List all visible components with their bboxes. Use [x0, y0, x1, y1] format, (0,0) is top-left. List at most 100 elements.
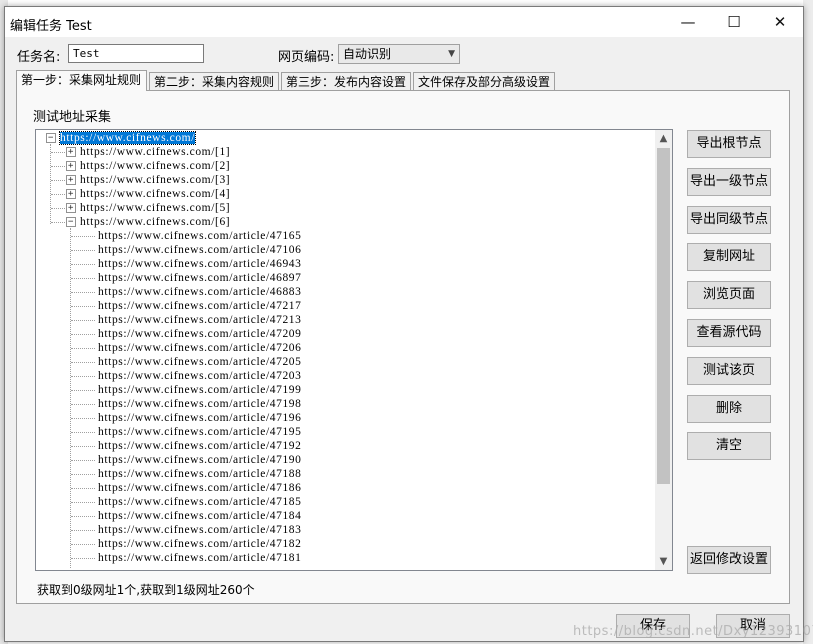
tab-step1-url-rules[interactable]: 第一步：采集网址规则	[16, 70, 147, 91]
export-level1-nodes-button[interactable]: 导出一级节点	[687, 167, 771, 196]
edit-task-dialog: 编辑任务 Test — ☐ ✕ 任务名: Test 网页编码: 自动识别 ▼ 第…	[4, 6, 813, 642]
encoding-label: 网页编码:	[278, 50, 335, 65]
tree-branch-line	[71, 544, 95, 545]
export-sibling-nodes-button[interactable]: 导出同级节点	[687, 205, 771, 234]
encoding-select[interactable]: 自动识别 ▼	[338, 44, 460, 64]
tree-root-label: https://www.cifnews.com/	[58, 131, 197, 145]
tree-child-label: https://www.cifnews.com/[1]	[80, 146, 231, 158]
browse-page-button[interactable]: 浏览页面	[687, 281, 771, 310]
delete-button[interactable]: 删除	[687, 394, 771, 423]
tree-child-node[interactable]: + https://www.cifnews.com/[2]	[66, 159, 230, 173]
tree-branch-line	[71, 320, 95, 321]
expand-icon[interactable]: +	[66, 175, 76, 185]
tree-branch-line	[51, 152, 65, 153]
tree-branch-line	[71, 292, 95, 293]
tree-child-node[interactable]: − https://www.cifnews.com/[6]	[66, 215, 230, 229]
tree-article-node[interactable]: https://www.cifnews.com/article/47106	[98, 243, 302, 257]
tree-article-node[interactable]: https://www.cifnews.com/article/47209	[98, 327, 302, 341]
tab-panel: 测试地址采集 − https://www.cifnews.com/ + https…	[16, 90, 790, 604]
tree-child-node[interactable]: + https://www.cifnews.com/[3]	[66, 173, 230, 187]
export-root-nodes-button[interactable]: 导出根节点	[687, 130, 771, 158]
maximize-icon[interactable]: ☐	[711, 7, 757, 37]
cancel-button[interactable]: 取消	[716, 614, 790, 638]
scroll-thumb[interactable]	[657, 148, 670, 484]
tree-child-label: https://www.cifnews.com/[4]	[80, 188, 231, 200]
tree-child-node[interactable]: + https://www.cifnews.com/[5]	[66, 201, 230, 215]
tab-step2-content-rules[interactable]: 第二步：采集内容规则	[149, 72, 279, 90]
tree-article-node[interactable]: https://www.cifnews.com/article/47192	[98, 439, 302, 453]
tree-branch-line	[71, 530, 95, 531]
tree-article-node[interactable]: https://www.cifnews.com/article/46943	[98, 257, 302, 271]
encoding-select-value: 自动识别	[343, 47, 392, 61]
collapse-icon[interactable]: −	[66, 217, 76, 227]
tree-article-node[interactable]: https://www.cifnews.com/article/47184	[98, 509, 302, 523]
tab-step3-publish-settings[interactable]: 第三步：发布内容设置	[281, 72, 411, 90]
tree-branch-line	[51, 194, 65, 195]
test-page-button[interactable]: 测试该页	[687, 356, 771, 385]
url-tree[interactable]: − https://www.cifnews.com/ + https://www.…	[35, 129, 673, 571]
expand-icon[interactable]: +	[66, 189, 76, 199]
tree-guide-line	[70, 228, 71, 568]
tree-article-node[interactable]: https://www.cifnews.com/article/47182	[98, 537, 302, 551]
tree-article-node[interactable]: https://www.cifnews.com/article/47181	[98, 551, 302, 565]
tree-article-node[interactable]: https://www.cifnews.com/article/47206	[98, 341, 302, 355]
tree-article-node[interactable]: https://www.cifnews.com/article/47186	[98, 481, 302, 495]
chevron-down-icon: ▼	[448, 49, 455, 59]
tree-branch-line	[71, 474, 95, 475]
expand-icon[interactable]: +	[66, 147, 76, 157]
collapse-icon[interactable]: −	[46, 133, 56, 143]
tree-branch-line	[71, 278, 95, 279]
expand-icon[interactable]: +	[66, 161, 76, 171]
tree-article-node[interactable]: https://www.cifnews.com/article/47188	[98, 467, 302, 481]
tree-child-label: https://www.cifnews.com/[6]	[80, 216, 231, 228]
tree-article-node[interactable]: https://www.cifnews.com/article/46883	[98, 285, 302, 299]
tree-article-node[interactable]: https://www.cifnews.com/article/47205	[98, 355, 302, 369]
tree-scrollbar[interactable]: ▲ ▼	[655, 130, 672, 570]
tree-article-node[interactable]: https://www.cifnews.com/article/47217	[98, 299, 302, 313]
tree-root-node[interactable]: − https://www.cifnews.com/	[46, 131, 197, 145]
copy-url-button[interactable]: 复制网址	[687, 243, 771, 272]
task-name-input[interactable]: Test	[68, 44, 204, 63]
expand-icon[interactable]: +	[66, 203, 76, 213]
tree-branch-line	[71, 488, 95, 489]
tree-article-node[interactable]: https://www.cifnews.com/article/47165	[98, 229, 302, 243]
tree-branch-line	[71, 558, 95, 559]
tree-child-node[interactable]: + https://www.cifnews.com/[4]	[66, 187, 230, 201]
tree-branch-line	[71, 446, 95, 447]
tree-article-node[interactable]: https://www.cifnews.com/article/47213	[98, 313, 302, 327]
tree-child-node[interactable]: + https://www.cifnews.com/[1]	[66, 145, 230, 159]
tree-child-label: https://www.cifnews.com/[3]	[80, 174, 231, 186]
close-icon[interactable]: ✕	[757, 7, 803, 37]
tree-branch-line	[71, 250, 95, 251]
scroll-up-icon[interactable]: ▲	[655, 130, 672, 147]
tree-branch-line	[71, 236, 95, 237]
tree-guide-line	[50, 144, 51, 224]
tree-article-node[interactable]: https://www.cifnews.com/article/47195	[98, 425, 302, 439]
tree-article-node[interactable]: https://www.cifnews.com/article/47199	[98, 383, 302, 397]
tree-branch-line	[71, 264, 95, 265]
tree-article-node[interactable]: https://www.cifnews.com/article/47183	[98, 523, 302, 537]
tree-child-label: https://www.cifnews.com/[5]	[80, 202, 231, 214]
tree-rows: − https://www.cifnews.com/ + https://www.…	[36, 130, 655, 570]
restore-settings-button[interactable]: 返回修改设置	[687, 546, 771, 574]
tree-article-node[interactable]: https://www.cifnews.com/article/47196	[98, 411, 302, 425]
minimize-icon[interactable]: —	[665, 7, 711, 37]
tree-article-node[interactable]: https://www.cifnews.com/article/46897	[98, 271, 302, 285]
tree-article-node[interactable]: https://www.cifnews.com/article/47185	[98, 495, 302, 509]
clear-button[interactable]: 清空	[687, 432, 771, 461]
save-button[interactable]: 保存	[616, 614, 690, 638]
tree-branch-line	[71, 404, 95, 405]
tree-branch-line	[71, 432, 95, 433]
tree-branch-line	[71, 348, 95, 349]
background-window-right	[803, 0, 813, 644]
tree-branch-line	[51, 180, 65, 181]
tab-file-save-advanced[interactable]: 文件保存及部分高级设置	[413, 72, 555, 90]
tree-branch-line	[71, 306, 95, 307]
scroll-down-icon[interactable]: ▼	[655, 553, 672, 570]
window-title: 编辑任务 Test	[10, 19, 92, 34]
tree-branch-line	[51, 208, 65, 209]
view-source-button[interactable]: 查看源代码	[687, 319, 771, 347]
tree-article-node[interactable]: https://www.cifnews.com/article/47190	[98, 453, 302, 467]
tree-article-node[interactable]: https://www.cifnews.com/article/47203	[98, 369, 302, 383]
tree-article-node[interactable]: https://www.cifnews.com/article/47198	[98, 397, 302, 411]
